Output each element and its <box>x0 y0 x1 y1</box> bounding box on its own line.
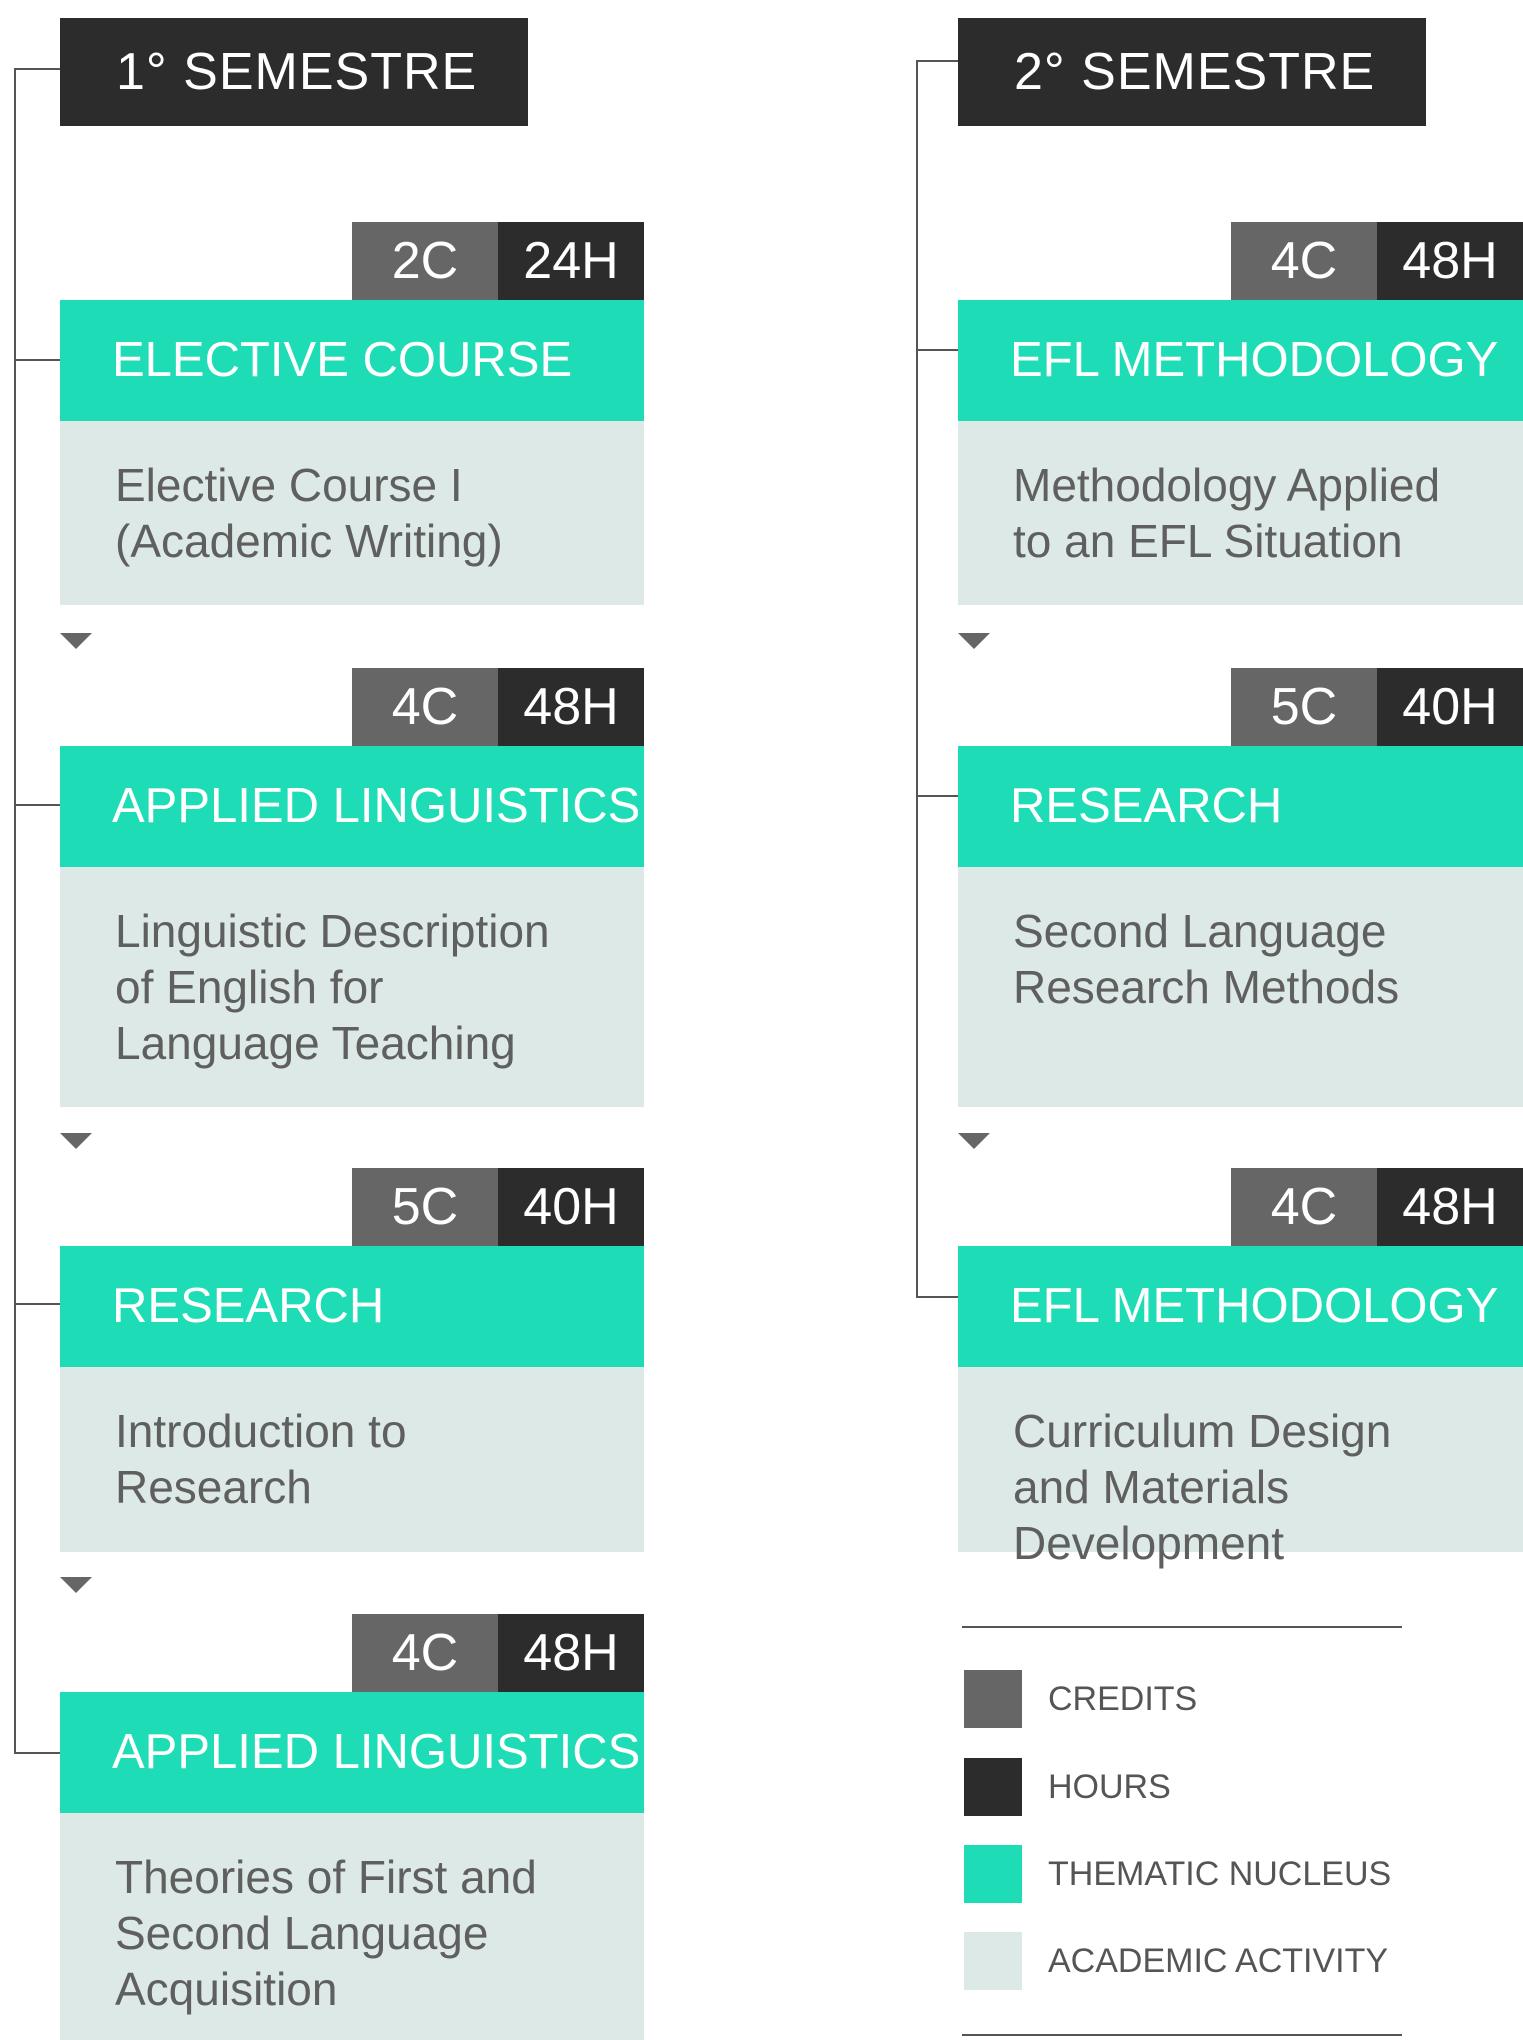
credits-badge: 5C <box>352 1168 498 1246</box>
legend-label: THEMATIC NUCLEUS <box>1048 1855 1392 1893</box>
thematic-nucleus: APPLIED LINGUISTICS <box>60 746 644 867</box>
legend-bottom-rule <box>962 2034 1402 2036</box>
semester-2-connector-vertical <box>916 60 918 1298</box>
semester-1-header: 1° SEMESTRE <box>60 18 528 126</box>
thematic-nucleus: ELECTIVE COURSE <box>60 300 644 421</box>
semester-2-connector-header <box>916 60 958 62</box>
thematic-nucleus: EFL METHODOLOGY <box>958 300 1523 421</box>
legend-label: ACADEMIC ACTIVITY <box>1048 1942 1389 1980</box>
thematic-nucleus: EFL METHODOLOGY <box>958 1246 1523 1367</box>
semester-2-connector-course-3 <box>916 1296 958 1298</box>
academic-activity: Linguistic Description of English for La… <box>60 867 644 1107</box>
course-badges: 5C 40H <box>1231 668 1523 746</box>
down-arrow-icon <box>60 1133 92 1149</box>
credits-badge: 4C <box>1231 1168 1377 1246</box>
academic-activity: Methodology Applied to an EFL Situation <box>958 421 1523 605</box>
course-badges: 4C 48H <box>1231 222 1523 300</box>
semester-2-column: 2° SEMESTRE 4C 48H EFL METHODOLOGY Metho… <box>898 0 1523 2040</box>
hours-badge: 48H <box>498 1614 644 1692</box>
legend-label: HOURS <box>1048 1768 1171 1806</box>
legend-swatch-thematic-nucleus <box>964 1845 1022 1903</box>
semester-1-connector-course-4 <box>14 1752 60 1754</box>
academic-activity: Theories of First and Second Language Ac… <box>60 1813 644 2040</box>
semester-1-connector-vertical <box>14 68 16 1754</box>
academic-activity: Elective Course I (Academic Writing) <box>60 421 644 605</box>
hours-badge: 48H <box>498 668 644 746</box>
semester-2-header: 2° SEMESTRE <box>958 18 1426 126</box>
credits-badge: 4C <box>1231 222 1377 300</box>
course-card: 4C 48H APPLIED LINGUISTICS Linguistic De… <box>60 668 644 1107</box>
legend-swatch-hours <box>964 1758 1022 1816</box>
course-card: 4C 48H APPLIED LINGUISTICS Theories of F… <box>60 1614 644 2040</box>
semester-1-connector-course-3 <box>14 1303 60 1305</box>
legend-item-thematic-nucleus: THEMATIC NUCLEUS <box>964 1845 1391 1903</box>
course-card: 4C 48H EFL METHODOLOGY Curriculum Design… <box>958 1168 1523 1569</box>
down-arrow-icon <box>60 633 92 649</box>
semester-2-connector-course-1 <box>916 349 958 351</box>
course-card: 4C 48H EFL METHODOLOGY Methodology Appli… <box>958 222 1523 605</box>
legend-item-academic-activity: ACADEMIC ACTIVITY <box>964 1932 1388 1990</box>
hours-badge: 40H <box>498 1168 644 1246</box>
hours-badge: 48H <box>1377 222 1523 300</box>
course-badges: 4C 48H <box>352 668 644 746</box>
academic-activity: Second Language Research Methods <box>958 867 1523 1107</box>
course-card: 5C 40H RESEARCH Introduction to Research <box>60 1168 644 1552</box>
semester-1-column: 1° SEMESTRE 2C 24H ELECTIVE COURSE Elect… <box>0 0 760 2040</box>
hours-badge: 40H <box>1377 668 1523 746</box>
academic-activity: Introduction to Research <box>60 1367 644 1552</box>
course-badges: 4C 48H <box>1231 1168 1523 1246</box>
thematic-nucleus: RESEARCH <box>958 746 1523 867</box>
legend-swatch-credits <box>964 1670 1022 1728</box>
academic-activity: Curriculum Design and Materials Developm… <box>958 1367 1523 1569</box>
hours-badge: 24H <box>498 222 644 300</box>
legend-top-rule <box>962 1626 1402 1628</box>
down-arrow-icon <box>958 633 990 649</box>
semester-1-connector-course-1 <box>14 359 60 361</box>
legend-swatch-academic-activity <box>964 1932 1022 1990</box>
legend-label: CREDITS <box>1048 1680 1198 1718</box>
semester-1-connector-header <box>14 68 60 70</box>
credits-badge: 5C <box>1231 668 1377 746</box>
semester-1-connector-course-2 <box>14 804 60 806</box>
semester-2-connector-course-2 <box>916 795 958 797</box>
course-badges: 5C 40H <box>352 1168 644 1246</box>
credits-badge: 2C <box>352 222 498 300</box>
course-card: 5C 40H RESEARCH Second Language Research… <box>958 668 1523 1107</box>
hours-badge: 48H <box>1377 1168 1523 1246</box>
course-card: 2C 24H ELECTIVE COURSE Elective Course I… <box>60 222 644 605</box>
down-arrow-icon <box>958 1133 990 1149</box>
down-arrow-icon <box>60 1577 92 1593</box>
credits-badge: 4C <box>352 1614 498 1692</box>
credits-badge: 4C <box>352 668 498 746</box>
course-badges: 2C 24H <box>352 222 644 300</box>
legend-item-hours: HOURS <box>964 1758 1384 1816</box>
legend-item-credits: CREDITS <box>964 1670 1384 1728</box>
thematic-nucleus: APPLIED LINGUISTICS <box>60 1692 644 1813</box>
course-badges: 4C 48H <box>352 1614 644 1692</box>
thematic-nucleus: RESEARCH <box>60 1246 644 1367</box>
